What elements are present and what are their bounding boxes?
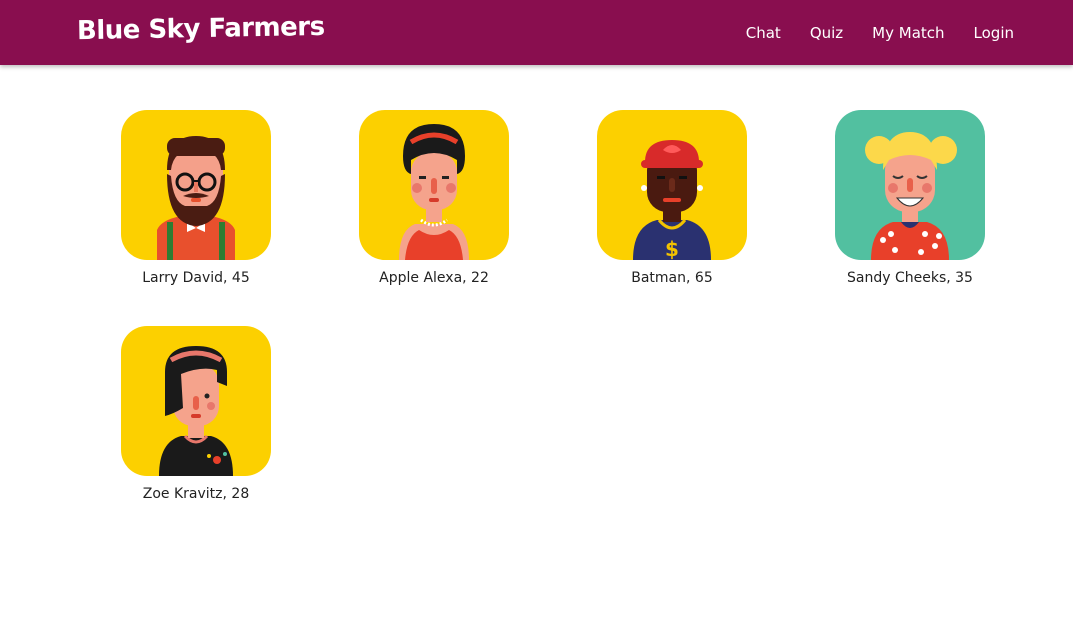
profile-card[interactable]: Larry David, 45 [106,110,286,287]
profile-card[interactable]: $ Batman, 65 [582,110,762,287]
bearded-man-avatar-icon[interactable] [121,110,271,260]
blonde-woman-avatar-icon[interactable] [835,110,985,260]
profile-name: Larry David, 45 [142,270,250,286]
profile-name: Apple Alexa, 22 [379,270,489,286]
profile-name: Zoe Kravitz, 28 [142,486,250,502]
profile-name: Batman, 65 [631,270,713,286]
profile-name: Sandy Cheeks, 35 [847,270,973,286]
profile-card[interactable]: Sandy Cheeks, 35 [820,110,1000,287]
profile-card[interactable]: Zoe Kravitz, 28 [106,326,286,503]
man-bandana-avatar-icon[interactable]: $ [597,110,747,260]
svg-text:$: $ [665,237,679,260]
profile-grid: Larry David, 45 Apple Alexa, 22 $ Batman… [0,0,1073,622]
profile-card[interactable]: Apple Alexa, 22 [344,110,524,287]
woman-bangs-avatar-icon[interactable] [121,326,271,476]
woman-red-dress-avatar-icon[interactable] [359,110,509,260]
